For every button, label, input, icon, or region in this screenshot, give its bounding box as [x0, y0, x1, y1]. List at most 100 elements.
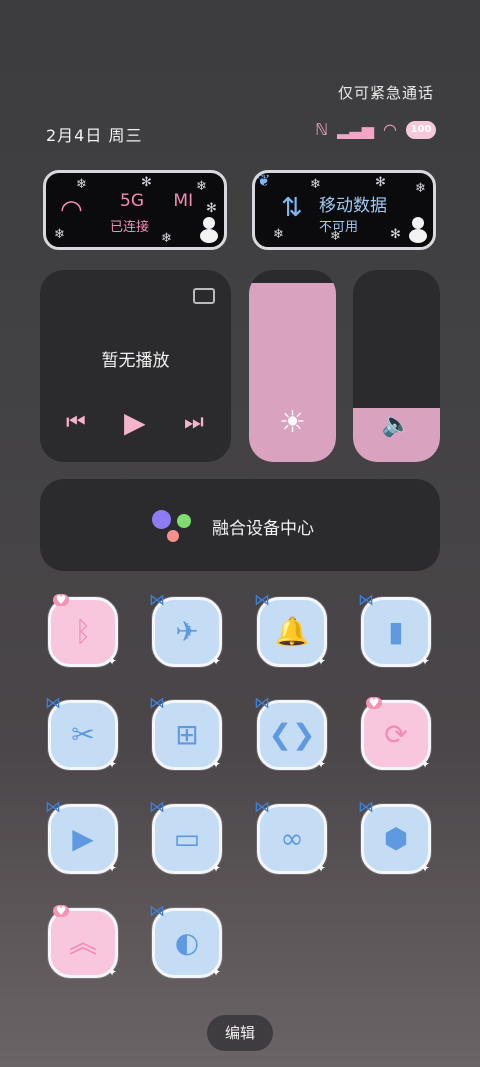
media-player-card[interactable]: 暂无播放 ⏮ ▶ ⏭: [40, 270, 231, 462]
heart-badge-icon: ♥: [366, 697, 382, 709]
bow-icon: ⋈: [149, 590, 165, 609]
bow-icon: ⋈: [358, 590, 374, 609]
snowflake-icon: ✻: [206, 201, 217, 216]
tile-bluetooth[interactable]: ♥ ᛒ ✦: [48, 594, 118, 668]
media-title: 暂无播放: [101, 351, 170, 371]
sparkle-icon: ✦: [315, 861, 326, 875]
battery-icon: 100: [406, 121, 436, 139]
bow-icon: ⋈: [45, 693, 61, 712]
cast-icon[interactable]: [193, 288, 215, 304]
signal-icon: ▂▃▅: [337, 120, 375, 139]
device-hub-label: 融合设备中心: [212, 519, 314, 539]
snowflake-icon: ✻: [390, 227, 401, 242]
double-chevron-up-icon: ︽: [68, 926, 97, 959]
sparkle-icon: ✦: [106, 965, 117, 979]
snowflake-icon: ✻: [375, 175, 386, 190]
date-text: 2月4日 周三: [46, 126, 143, 145]
hub-logo-icon: [152, 510, 192, 542]
previous-track-button[interactable]: ⏮: [66, 410, 86, 435]
heart-badge-icon: ♥: [53, 594, 69, 606]
tile-performance-mode[interactable]: ♥ ︽ ✦: [48, 905, 118, 979]
sun-icon: ☀: [279, 405, 306, 440]
bow-icon: ⋈: [254, 590, 270, 609]
sparkle-icon: ✦: [106, 861, 117, 875]
sparkle-icon: ✦: [210, 965, 221, 979]
sparkle-icon: ✦: [315, 654, 326, 668]
tile-nearby-share[interactable]: ⋈ ❮❯ ✦: [254, 693, 327, 771]
snowflake-icon: ❄: [196, 179, 207, 194]
airplane-icon: ✈: [175, 615, 199, 648]
hexagon-gear-icon: ⬢: [383, 822, 409, 855]
sparkle-icon: ✦: [210, 654, 221, 668]
tile-airplane-mode[interactable]: ⋈ ✈ ✦: [149, 590, 222, 668]
tile-screen-cast[interactable]: ⋈ ▭ ✦: [149, 797, 222, 875]
wifi-ssid: 5G: [120, 191, 144, 211]
data-arrows-icon: ⇅: [281, 193, 303, 223]
status-icons: ℕ ▂▃▅ ◠ 100: [315, 120, 436, 140]
bluetooth-icon: ᛒ: [74, 615, 92, 648]
tile-flashlight[interactable]: ⋈ ▮ ✦: [358, 590, 431, 668]
bow-icon: ⋈: [358, 797, 374, 816]
device-hub-card[interactable]: 融合设备中心: [40, 479, 440, 571]
wifi-icon: ◠: [60, 195, 83, 225]
link-icon: ∞: [280, 822, 304, 855]
sparkle-icon: ✦: [210, 757, 221, 771]
sparkle-icon: ✦: [419, 861, 430, 875]
snowflake-icon: ❄: [310, 177, 321, 192]
wifi-status: 已连接: [110, 220, 150, 235]
speaker-icon: 🔈: [381, 410, 412, 438]
rotation-lock-icon: ⟳: [384, 718, 408, 751]
mobile-data-status: 不可用: [319, 220, 359, 235]
hub-dot: [152, 510, 171, 529]
bow-icon: ⋈: [254, 693, 270, 712]
tile-rotation-lock[interactable]: ♥ ⟳ ✦: [361, 697, 431, 771]
next-track-button[interactable]: ⏭: [184, 410, 204, 435]
hub-dot: [167, 530, 179, 542]
sparkle-icon: ✦: [106, 757, 117, 771]
tile-dark-mode[interactable]: ⋈ ◐ ✦: [149, 901, 222, 979]
mobile-data-toggle-card[interactable]: ❦ ❄ ✻ ❄ ❄ ❄ ✻ ⇅ 移动数据 不可用: [252, 170, 436, 250]
bow-icon: ⋈: [149, 901, 165, 920]
play-button[interactable]: ▶: [124, 406, 146, 439]
snowflake-icon: ❄: [273, 227, 284, 242]
hub-dot: [177, 514, 191, 528]
nfc-icon: ℕ: [315, 120, 329, 139]
wifi-status-icon: ◠: [383, 120, 397, 139]
tile-settings[interactable]: ⋈ ⬢ ✦: [358, 797, 431, 875]
screen-cast-icon: ▭: [173, 822, 201, 855]
sparkle-icon: ✦: [106, 654, 117, 668]
snowman-icon: [409, 217, 427, 243]
edit-button[interactable]: 编辑: [207, 1015, 273, 1051]
bow-icon: ⋈: [45, 797, 61, 816]
bow-icon: ⋈: [149, 693, 165, 712]
butterfly-icon: ❦: [257, 171, 271, 190]
scissors-icon: ✂: [71, 718, 95, 751]
bow-icon: ⋈: [149, 797, 165, 816]
snowflake-icon: ❄: [415, 181, 426, 196]
tile-screen-record[interactable]: ⋈ ▶ ✦: [45, 797, 118, 875]
tile-silent[interactable]: ⋈ 🔔 ✦: [254, 590, 327, 668]
contrast-icon: ◐: [174, 926, 200, 959]
tile-screenshot[interactable]: ⋈ ✂ ✦: [45, 693, 118, 771]
battery-plus-icon: ⊞: [175, 718, 199, 751]
brightness-slider[interactable]: ☀: [249, 270, 336, 462]
mobile-data-title: 移动数据: [319, 196, 387, 216]
snowflake-icon: ❄: [54, 227, 65, 242]
bell-icon: 🔔: [274, 615, 310, 648]
volume-slider[interactable]: 🔈: [353, 270, 440, 462]
share-arrows-icon: ❮❯: [268, 718, 316, 751]
emergency-call-text: 仅可紧急通话: [337, 84, 434, 102]
tile-link-sharing[interactable]: ⋈ ∞ ✦: [254, 797, 327, 875]
snowflake-icon: ❄: [76, 177, 87, 192]
wifi-toggle-card[interactable]: ❄ ✻ ❄ ❄ ❄ ✻ ◠ 5G MI 已连接: [43, 170, 227, 250]
snowflake-icon: ✻: [141, 175, 152, 190]
sparkle-icon: ✦: [315, 757, 326, 771]
flashlight-icon: ▮: [388, 615, 404, 648]
tile-battery-saver[interactable]: ⋈ ⊞ ✦: [149, 693, 222, 771]
wifi-ssid-suffix: MI: [173, 191, 194, 211]
bow-icon: ⋈: [254, 797, 270, 816]
snowflake-icon: ❄: [161, 231, 172, 246]
snowman-icon: [200, 217, 218, 243]
heart-badge-icon: ♥: [53, 905, 69, 917]
sparkle-icon: ✦: [210, 861, 221, 875]
